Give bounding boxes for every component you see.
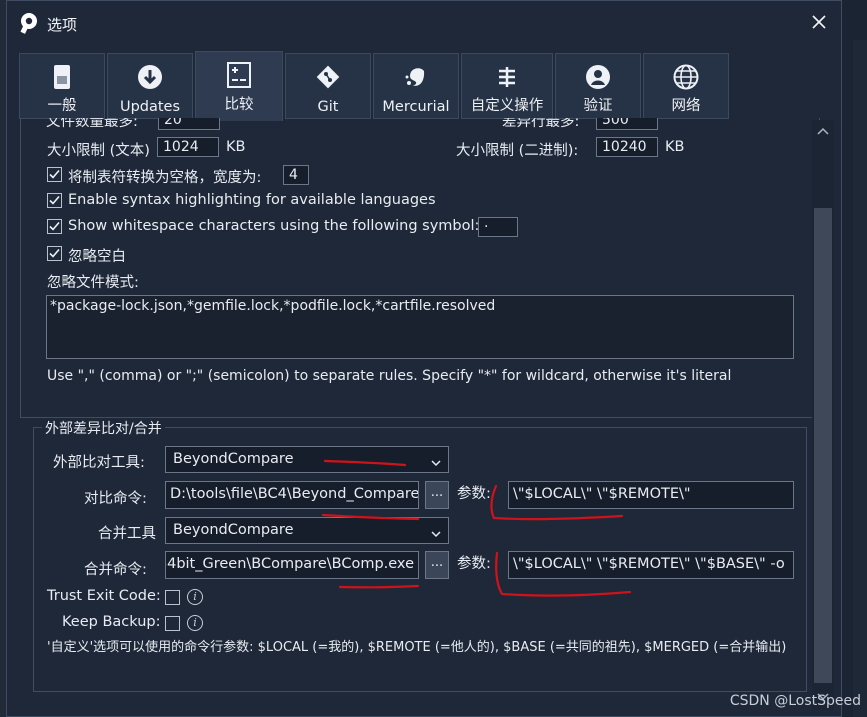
diff-tool-label: 外部比对工具: [53,455,145,471]
group-title: 外部差异比对/合并 [42,418,165,438]
tab-mercurial[interactable]: Mercurial [373,53,459,119]
diff-tool-select[interactable]: BeyondCompare [165,446,449,473]
tab-updates[interactable]: Updates [107,53,193,119]
syntax-highlight-label: Enable syntax highlighting for available… [68,192,436,208]
scrollbar-thumb[interactable] [814,208,832,683]
trust-exit-code-label: Trust Exit Code: [47,588,161,604]
max-files-label: 文件数量最多: [46,118,138,130]
watermark: CSDN @LostSpeed [729,693,861,709]
checkmark-icon [49,248,60,258]
chevron-down-icon [431,526,441,542]
diff-args-label: 参数: [457,486,491,502]
tab-diff[interactable]: 比较 [195,51,283,121]
custom-actions-icon [495,64,519,90]
tab-label: Updates [119,99,181,115]
diff-command-label: 对比命令: [84,491,147,507]
tab-label: 网络 [671,98,701,114]
tab-label: 比较 [224,97,254,113]
tab-git[interactable]: Git [285,53,371,119]
info-icon[interactable]: i [187,615,203,631]
title-bar: 选项 [7,1,841,45]
git-icon [316,64,340,90]
merge-command-browse-button[interactable]: ... [425,551,449,579]
whitespace-symbol-input[interactable]: · [478,217,518,237]
diff-args-input[interactable]: \"$LOCAL\" \"$REMOTE\" [508,481,794,509]
keep-backup-label: Keep Backup: [62,614,161,630]
size-limit-text-input[interactable]: 1024 [157,137,219,157]
background-window-edge-right [853,40,867,717]
size-limit-binary-unit: KB [665,139,685,155]
rules-hint-text: Use "," (comma) or ";" (semicolon) to se… [47,368,732,384]
merge-tool-value: BeyondCompare [173,522,294,538]
close-icon[interactable] [807,10,831,34]
diff-command-browse-button[interactable]: ... [425,481,449,509]
command-args-note: '自定义'选项可以使用的命令行参数: $LOCAL (=我的), $REMOTE… [47,640,787,655]
tab-bar: 一般 Updates 比较 Git Mercurial 自定义操作 验证 网络 [7,51,841,121]
tab-custom-actions[interactable]: 自定义操作 [461,53,553,119]
ignore-whitespace-checkbox[interactable] [47,246,62,261]
ignore-patterns-label: 忽略文件模式: [47,275,139,291]
max-files-input[interactable]: 20 [158,118,220,130]
tab-label: Git [317,99,339,115]
phone-icon [53,64,71,90]
show-whitespace-checkbox[interactable] [47,219,62,234]
vertical-scrollbar[interactable] [812,120,834,710]
merge-command-label: 合并命令: [84,562,147,578]
size-limit-binary-input[interactable]: 10240 [596,137,658,157]
chevron-down-icon [431,455,441,471]
tab-label: 验证 [583,98,613,114]
size-limit-text-unit: KB [226,139,246,155]
tab-label: Mercurial [382,99,450,115]
merge-command-input[interactable]: 64bit_Green\BCompare\BComp.exe [165,551,419,579]
partial-row-clip: 文件数量最多: 20 差异行最多: 500 [40,118,800,130]
size-limit-text-label: 大小限制 (文本) [47,143,150,159]
download-icon [137,64,163,90]
tab-to-space-label: 将制表符转换为空格，宽度为: [68,170,262,186]
syntax-highlight-checkbox[interactable] [47,193,62,208]
ignore-whitespace-label: 忽略空白 [68,249,126,265]
mercurial-icon [404,64,428,90]
size-limit-binary-label: 大小限制 (二进制): [456,143,579,159]
diff-tool-value: BeyondCompare [173,451,294,467]
ignore-patterns-textarea[interactable]: *package-lock.json,*gemfile.lock,*podfil… [46,295,794,359]
tab-network[interactable]: 网络 [643,53,729,119]
diff-icon [227,62,251,88]
merge-tool-label: 合并工具 [98,526,156,542]
user-icon [585,64,611,90]
merge-args-label: 参数: [457,556,491,572]
info-icon[interactable]: i [187,589,203,605]
window-title: 选项 [47,16,78,34]
tab-to-space-checkbox[interactable] [47,167,62,182]
max-lines-input[interactable]: 500 [596,118,658,130]
tab-label: 自定义操作 [470,98,544,114]
merge-command-value: 64bit_Green\BCompare\BComp.exe [165,556,414,572]
globe-icon [673,64,699,90]
tab-width-input[interactable]: 4 [283,165,309,185]
checkmark-icon [49,221,60,231]
show-whitespace-label: Show whitespace characters using the fol… [68,218,480,234]
merge-tool-select[interactable]: BeyondCompare [165,517,449,544]
keep-backup-checkbox[interactable] [165,616,180,631]
max-lines-label: 差异行最多: [502,118,580,130]
checkmark-icon [49,169,60,179]
diff-command-input[interactable]: D:\tools\file\BC4\Beyond_Compare [165,481,419,509]
tab-label: 一般 [47,98,77,114]
checkmark-icon [49,195,60,205]
tab-general[interactable]: 一般 [19,53,105,119]
tab-auth[interactable]: 验证 [555,53,641,119]
scroll-up-icon[interactable] [817,126,829,138]
trust-exit-code-checkbox[interactable] [165,590,180,605]
sourcegit-logo-icon [19,12,39,38]
merge-args-input[interactable]: \"$LOCAL\" \"$REMOTE\" \"$BASE\" -o [508,551,794,579]
